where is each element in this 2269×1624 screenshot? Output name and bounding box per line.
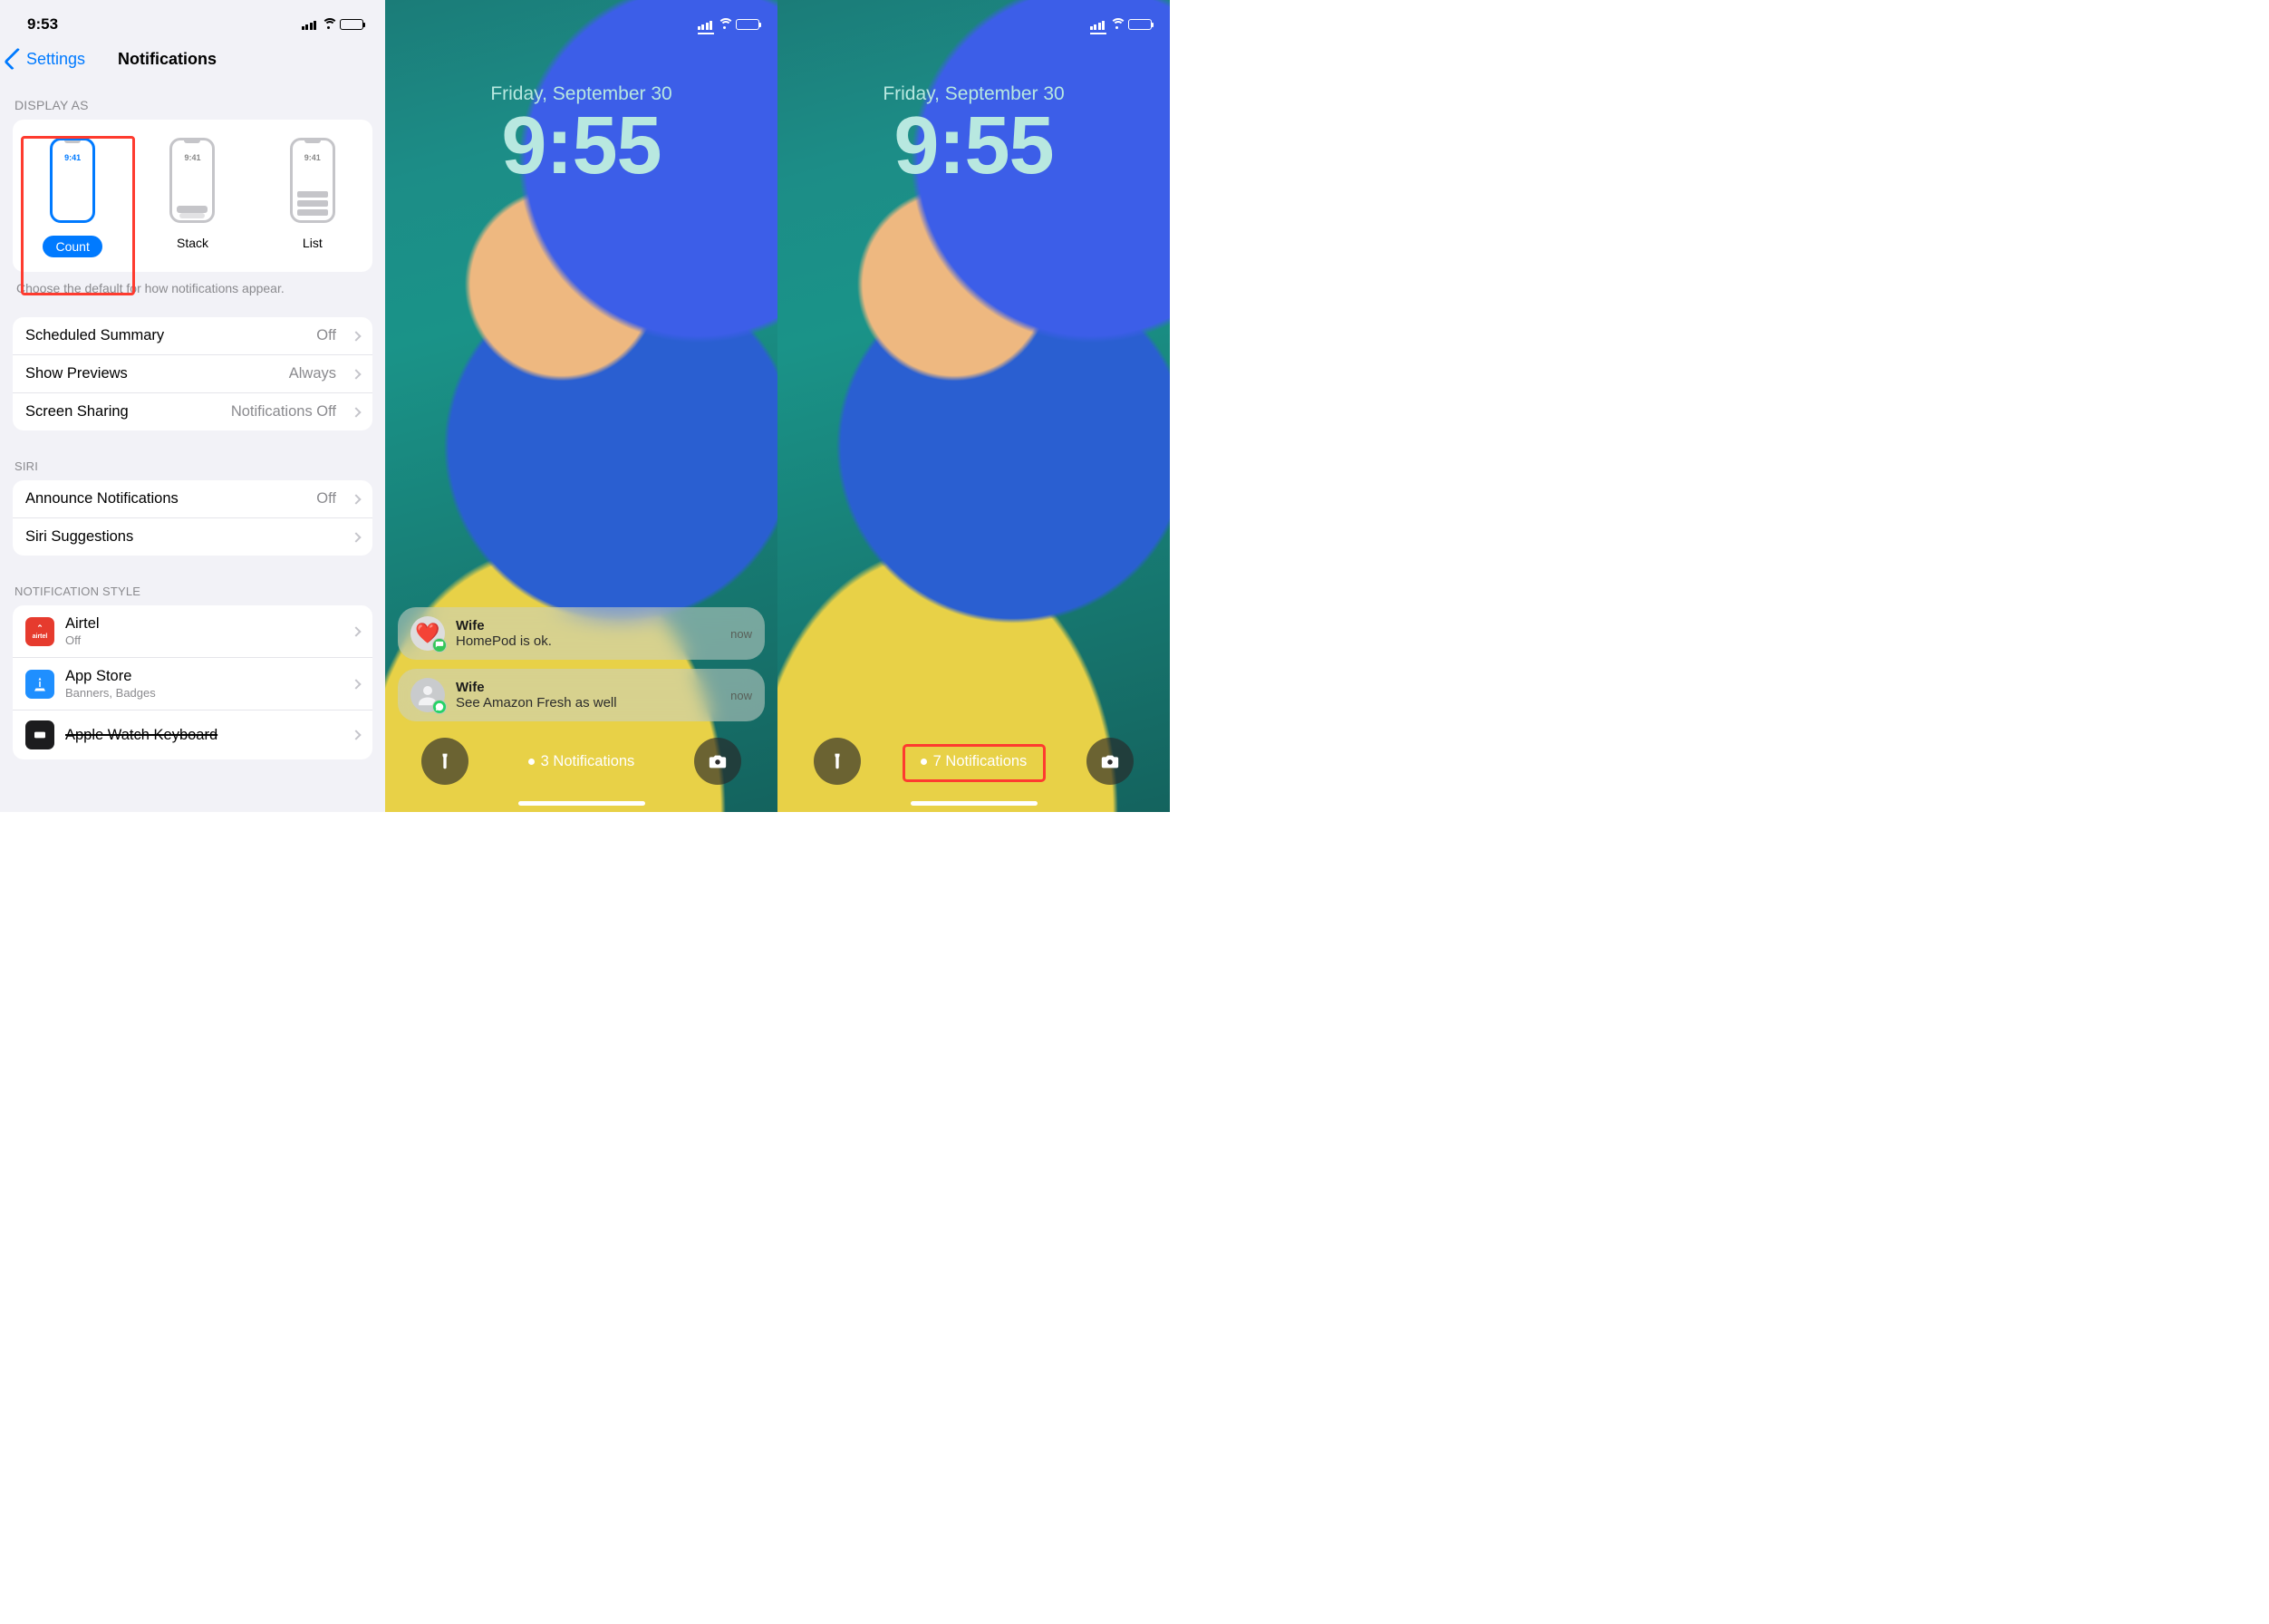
lock-time: 9:55 [385, 105, 777, 187]
airtel-app-icon: ⌃airtel [25, 617, 54, 646]
notification-time: now [730, 689, 752, 702]
notification-body: See Amazon Fresh as well [456, 695, 719, 710]
row-scheduled-summary[interactable]: Scheduled Summary Off [13, 317, 372, 355]
status-indicators [302, 19, 364, 30]
row-announce-notifications[interactable]: Announce Notifications Off [13, 480, 372, 518]
battery-icon [340, 19, 363, 30]
back-button[interactable]: Settings [26, 50, 85, 69]
dot-icon [528, 759, 535, 765]
siri-card: Announce Notifications Off Siri Suggesti… [13, 480, 372, 556]
row-screen-sharing[interactable]: Screen Sharing Notifications Off [13, 393, 372, 430]
whatsapp-badge-icon [432, 700, 447, 714]
appstore-app-icon [25, 670, 54, 699]
lock-time: 9:55 [777, 105, 1170, 187]
settings-notifications-panel: 9:53 Settings Notifications DISPLAY AS 9… [0, 0, 385, 812]
keyboard-app-icon [25, 720, 54, 749]
style-apps-card: ⌃airtel Airtel Off App Store Banners, Ba… [13, 605, 372, 759]
row-siri-suggestions[interactable]: Siri Suggestions [13, 518, 372, 556]
chevron-right-icon [351, 494, 361, 504]
chevron-right-icon [351, 369, 361, 379]
wifi-icon [717, 19, 731, 30]
notification-title: Wife [456, 680, 719, 695]
status-time: 9:53 [27, 15, 58, 34]
chevron-right-icon [351, 532, 361, 542]
highlight-annotation [903, 744, 1046, 782]
section-display-as-label: DISPLAY AS [0, 80, 385, 120]
flashlight-button[interactable] [421, 738, 468, 785]
battery-icon [736, 19, 759, 30]
cellular-icon [698, 19, 713, 30]
notification-count-pill[interactable]: 3 Notifications [528, 753, 635, 770]
app-row-airtel[interactable]: ⌃airtel Airtel Off [13, 605, 372, 658]
wifi-icon [1109, 19, 1124, 30]
status-bar: 9:53 [0, 0, 385, 45]
nav-header: Settings Notifications [0, 45, 385, 80]
messages-badge-icon [432, 638, 447, 652]
notification-card[interactable]: Wife See Amazon Fresh as well now [398, 669, 765, 721]
chevron-right-icon [351, 730, 361, 740]
home-indicator[interactable] [911, 801, 1038, 806]
section-style-label: NOTIFICATION STYLE [0, 556, 385, 605]
home-indicator[interactable] [518, 801, 645, 806]
notification-card[interactable]: ❤️ Wife HomePod is ok. now [398, 607, 765, 660]
page-title: Notifications [118, 50, 217, 69]
app-row-appstore[interactable]: App Store Banners, Badges [13, 658, 372, 710]
chevron-right-icon [351, 407, 361, 417]
lockscreen-stack-panel: Jio Friday, September 30 9:55 ❤️ Wife Ho… [385, 0, 777, 812]
camera-button[interactable] [694, 738, 741, 785]
section-siri-label: SIRI [0, 430, 385, 480]
back-chevron-icon[interactable] [4, 48, 26, 71]
general-settings-card: Scheduled Summary Off Show Previews Alwa… [13, 317, 372, 430]
wifi-icon [321, 19, 335, 30]
contact-avatar: ❤️ [410, 616, 445, 651]
notification-body: HomePod is ok. [456, 633, 719, 649]
chevron-right-icon [351, 626, 361, 636]
chevron-right-icon [351, 331, 361, 341]
notification-time: now [730, 627, 752, 641]
highlight-annotation [21, 136, 135, 295]
notification-title: Wife [456, 618, 719, 633]
chevron-right-icon [351, 679, 361, 689]
status-indicators [1090, 19, 1153, 30]
lockscreen-bottom-bar: 3 Notifications [385, 738, 777, 785]
display-option-stack[interactable]: 9:41 Stack [132, 120, 252, 272]
notification-stack[interactable]: ❤️ Wife HomePod is ok. now Wife See Amaz… [398, 607, 765, 721]
lockscreen-count-panel: Jio Friday, September 30 9:55 7 Notifica… [777, 0, 1170, 812]
app-row-apple-watch-keyboard[interactable]: Apple Watch Keyboard [13, 710, 372, 759]
status-indicators [698, 19, 760, 30]
lock-date: Friday, September 30 [777, 45, 1170, 105]
battery-icon [1128, 19, 1152, 30]
flashlight-button[interactable] [814, 738, 861, 785]
lock-date: Friday, September 30 [385, 45, 777, 105]
contact-avatar [410, 678, 445, 712]
cellular-icon [1090, 19, 1106, 30]
cellular-icon [302, 19, 317, 30]
display-option-list[interactable]: 9:41 List [253, 120, 372, 272]
row-show-previews[interactable]: Show Previews Always [13, 355, 372, 393]
camera-button[interactable] [1086, 738, 1134, 785]
